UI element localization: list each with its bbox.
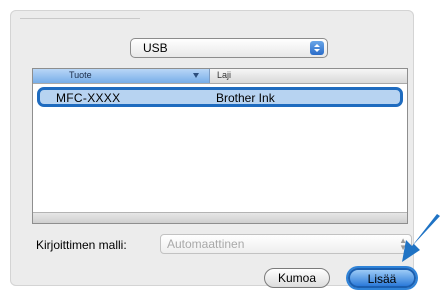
printer-model-value: Automaattinen xyxy=(167,237,245,251)
horizontal-scrollbar[interactable] xyxy=(33,212,407,223)
add-printer-dialog: USB Tuote Laji MFC-XXXX Brother Ink Kirj… xyxy=(10,10,416,288)
popup-stepper-icon xyxy=(310,41,324,55)
pointer-arrow-icon xyxy=(402,214,440,262)
connection-type-popup[interactable]: USB xyxy=(130,38,328,58)
column-header-product[interactable]: Tuote xyxy=(33,69,210,83)
printer-kind: Brother Ink xyxy=(216,91,275,105)
top-divider xyxy=(20,18,140,19)
printer-list[interactable]: Tuote Laji MFC-XXXX Brother Ink xyxy=(32,68,408,224)
connection-type-value: USB xyxy=(143,41,168,55)
cancel-button[interactable]: Kumoa xyxy=(264,268,330,288)
sort-arrow-icon xyxy=(193,73,199,78)
printer-model-label: Kirjoittimen malli: xyxy=(36,238,127,252)
printer-model-select: Automaattinen ▲ ▼ xyxy=(160,234,412,254)
add-button[interactable]: Lisää xyxy=(348,268,416,288)
printer-row[interactable]: MFC-XXXX Brother Ink xyxy=(37,87,403,107)
list-header: Tuote Laji xyxy=(33,69,407,84)
column-header-kind[interactable]: Laji xyxy=(217,70,231,80)
printer-name: MFC-XXXX xyxy=(56,91,121,105)
